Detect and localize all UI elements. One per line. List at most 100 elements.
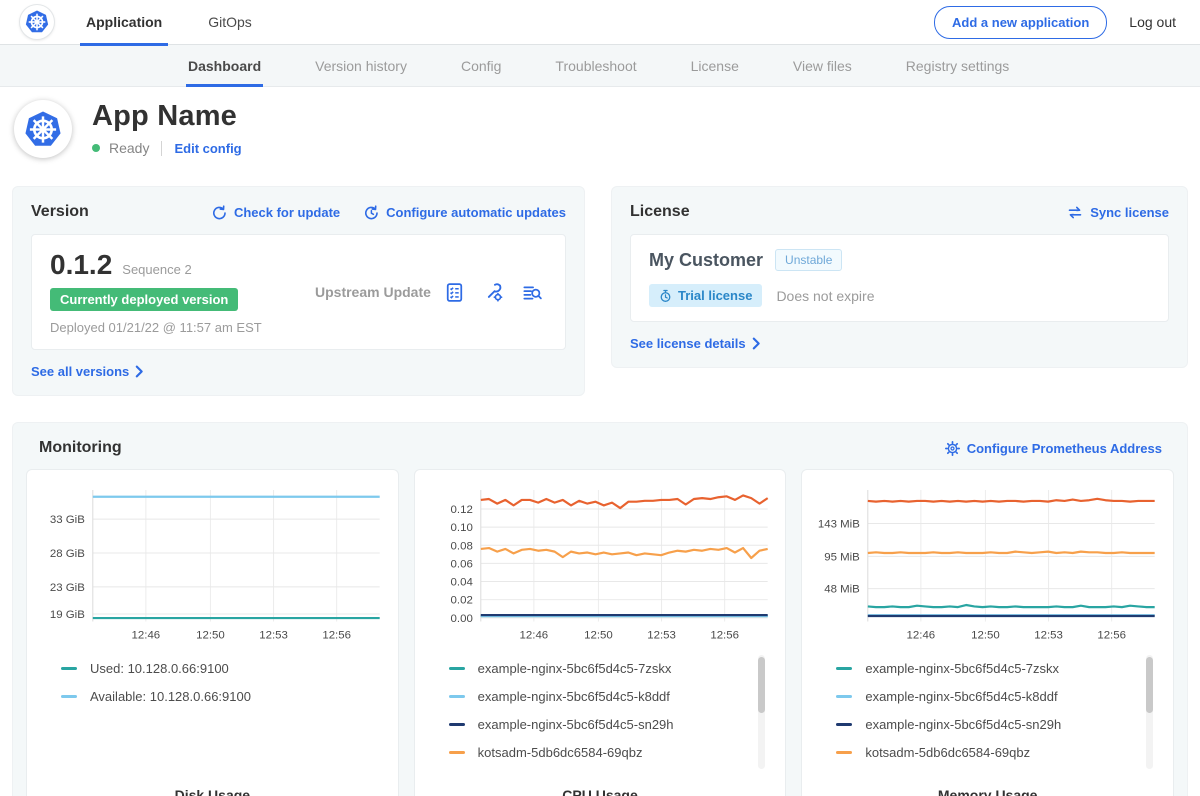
topnav-tab-application[interactable]: Application bbox=[84, 0, 164, 45]
config-wrench-icon[interactable] bbox=[483, 282, 504, 303]
customer-name: My Customer bbox=[649, 250, 763, 271]
disk-usage-chart-card: 12:4612:5012:5312:5633 GiB28 GiB23 GiB19… bbox=[26, 469, 399, 796]
legend-scrollbar[interactable] bbox=[1146, 655, 1153, 769]
top-nav: Application GitOps Add a new application… bbox=[0, 0, 1200, 45]
chart-title: CPU Usage bbox=[425, 777, 776, 796]
view-logs-icon[interactable] bbox=[522, 282, 543, 303]
status-dot bbox=[92, 144, 100, 152]
update-type-label: Upstream Update bbox=[305, 284, 444, 300]
chart-title: Memory Usage bbox=[812, 777, 1163, 796]
link-label: Configure automatic updates bbox=[386, 205, 566, 220]
disk-usage-chart: 12:4612:5012:5312:5633 GiB28 GiB23 GiB19… bbox=[37, 480, 388, 649]
legend-dash bbox=[449, 695, 465, 698]
see-license-details-link[interactable]: See license details bbox=[630, 336, 1169, 351]
tab-label: Registry settings bbox=[906, 58, 1009, 74]
logout-link[interactable]: Log out bbox=[1129, 14, 1176, 30]
see-all-versions-link[interactable]: See all versions bbox=[31, 364, 566, 379]
sync-license-link[interactable]: Sync license bbox=[1067, 205, 1169, 220]
sync-icon bbox=[1067, 205, 1083, 220]
scrollbar-thumb[interactable] bbox=[1146, 657, 1153, 713]
cpu-usage-legend: example-nginx-5bc6f5d4c5-7zskx example-ng… bbox=[425, 649, 776, 777]
legend-dash bbox=[836, 723, 852, 726]
monitoring-panel: Monitoring Configure Prometheus Address … bbox=[12, 422, 1188, 796]
tab-label: Version history bbox=[315, 58, 407, 74]
svg-text:0.08: 0.08 bbox=[450, 540, 472, 552]
topnav-tab-label: GitOps bbox=[208, 14, 252, 30]
svg-text:95 MiB: 95 MiB bbox=[825, 551, 861, 563]
topnav-actions: Add a new application Log out bbox=[934, 6, 1176, 39]
tab-version-history[interactable]: Version history bbox=[315, 45, 407, 86]
svg-text:0.06: 0.06 bbox=[450, 558, 472, 570]
legend-scrollbar[interactable] bbox=[758, 655, 765, 769]
scrollbar-thumb[interactable] bbox=[758, 657, 765, 713]
svg-text:28 GiB: 28 GiB bbox=[50, 548, 85, 560]
preflight-checklist-icon[interactable] bbox=[444, 282, 465, 303]
channel-badge: Unstable bbox=[775, 249, 842, 271]
link-label: Configure Prometheus Address bbox=[967, 441, 1162, 456]
topnav-tab-gitops[interactable]: GitOps bbox=[206, 0, 254, 45]
tab-dashboard[interactable]: Dashboard bbox=[188, 45, 261, 86]
tab-troubleshoot[interactable]: Troubleshoot bbox=[555, 45, 636, 86]
svg-text:0.12: 0.12 bbox=[450, 504, 472, 516]
monitoring-title: Monitoring bbox=[39, 439, 122, 457]
tab-config[interactable]: Config bbox=[461, 45, 501, 86]
legend-label: Available: 10.128.0.66:9100 bbox=[90, 689, 251, 704]
legend-item[interactable]: example-nginx-5bc6f5d4c5-7zskx bbox=[449, 661, 750, 676]
link-label: See all versions bbox=[31, 364, 129, 379]
svg-text:19 GiB: 19 GiB bbox=[50, 609, 85, 621]
legend-label: example-nginx-5bc6f5d4c5-sn29h bbox=[478, 717, 674, 732]
configure-automatic-updates-link[interactable]: Configure automatic updates bbox=[364, 205, 566, 220]
chevron-right-icon bbox=[752, 337, 761, 350]
svg-text:12:53: 12:53 bbox=[259, 629, 288, 641]
legend-label: example-nginx-5bc6f5d4c5-k8ddf bbox=[865, 689, 1057, 704]
deployed-timestamp: Deployed 01/21/22 @ 11:57 am EST bbox=[50, 320, 305, 335]
svg-text:12:50: 12:50 bbox=[196, 629, 225, 641]
memory-usage-legend: example-nginx-5bc6f5d4c5-7zskx example-ng… bbox=[812, 649, 1163, 777]
memory-usage-chart-card: 12:4612:5012:5312:56143 MiB95 MiB48 MiB … bbox=[801, 469, 1174, 796]
app-logo bbox=[14, 100, 72, 158]
legend-item[interactable]: Used: 10.128.0.66:9100 bbox=[61, 661, 362, 676]
version-card-title: Version bbox=[31, 203, 89, 221]
legend-item[interactable]: example-nginx-5bc6f5d4c5-k8ddf bbox=[449, 689, 750, 704]
legend-dash bbox=[836, 751, 852, 754]
tab-label: License bbox=[691, 58, 739, 74]
legend-item[interactable]: kotsadm-5db6dc6584-69qbz bbox=[449, 745, 750, 760]
stopwatch-icon bbox=[659, 289, 672, 303]
svg-text:12:53: 12:53 bbox=[1035, 629, 1064, 641]
disk-usage-legend: Used: 10.128.0.66:9100 Available: 10.128.… bbox=[37, 649, 388, 777]
svg-text:33 GiB: 33 GiB bbox=[50, 514, 85, 526]
svg-text:12:50: 12:50 bbox=[584, 629, 613, 641]
tab-label: View files bbox=[793, 58, 852, 74]
legend-item[interactable]: example-nginx-5bc6f5d4c5-sn29h bbox=[449, 717, 750, 732]
tab-view-files[interactable]: View files bbox=[793, 45, 852, 86]
legend-item[interactable]: example-nginx-5bc6f5d4c5-7zskx bbox=[836, 661, 1137, 676]
legend-item[interactable]: example-nginx-5bc6f5d4c5-k8ddf bbox=[836, 689, 1137, 704]
link-label: See license details bbox=[630, 336, 746, 351]
svg-text:0.10: 0.10 bbox=[450, 522, 472, 534]
kubernetes-logo[interactable] bbox=[20, 5, 54, 39]
topnav-tab-label: Application bbox=[86, 14, 162, 30]
legend-dash bbox=[449, 667, 465, 670]
add-application-button[interactable]: Add a new application bbox=[934, 6, 1107, 39]
divider bbox=[161, 141, 162, 156]
charts-row: 12:4612:5012:5312:5633 GiB28 GiB23 GiB19… bbox=[26, 469, 1174, 796]
currently-deployed-badge: Currently deployed version bbox=[50, 288, 238, 311]
configure-prometheus-link[interactable]: Configure Prometheus Address bbox=[945, 441, 1162, 456]
legend-item[interactable]: Available: 10.128.0.66:9100 bbox=[61, 689, 362, 704]
tab-license[interactable]: License bbox=[691, 45, 739, 86]
legend-label: example-nginx-5bc6f5d4c5-7zskx bbox=[478, 661, 672, 676]
tab-registry-settings[interactable]: Registry settings bbox=[906, 45, 1009, 86]
gear-icon bbox=[945, 441, 960, 456]
legend-dash bbox=[449, 751, 465, 754]
legend-item[interactable]: kotsadm-5db6dc6584-69qbz bbox=[836, 745, 1137, 760]
version-sequence: Sequence 2 bbox=[122, 262, 191, 277]
edit-config-link[interactable]: Edit config bbox=[174, 141, 241, 156]
refresh-icon bbox=[212, 205, 227, 220]
legend-item[interactable]: example-nginx-5bc6f5d4c5-sn29h bbox=[836, 717, 1137, 732]
chevron-right-icon bbox=[135, 365, 144, 378]
license-card: License Sync license My Customer Unstabl… bbox=[611, 186, 1188, 368]
version-number: 0.1.2 bbox=[50, 249, 112, 281]
badge-label: Trial license bbox=[678, 288, 752, 303]
check-for-update-link[interactable]: Check for update bbox=[212, 205, 340, 220]
app-header: App Name Ready Edit config bbox=[0, 87, 1200, 176]
